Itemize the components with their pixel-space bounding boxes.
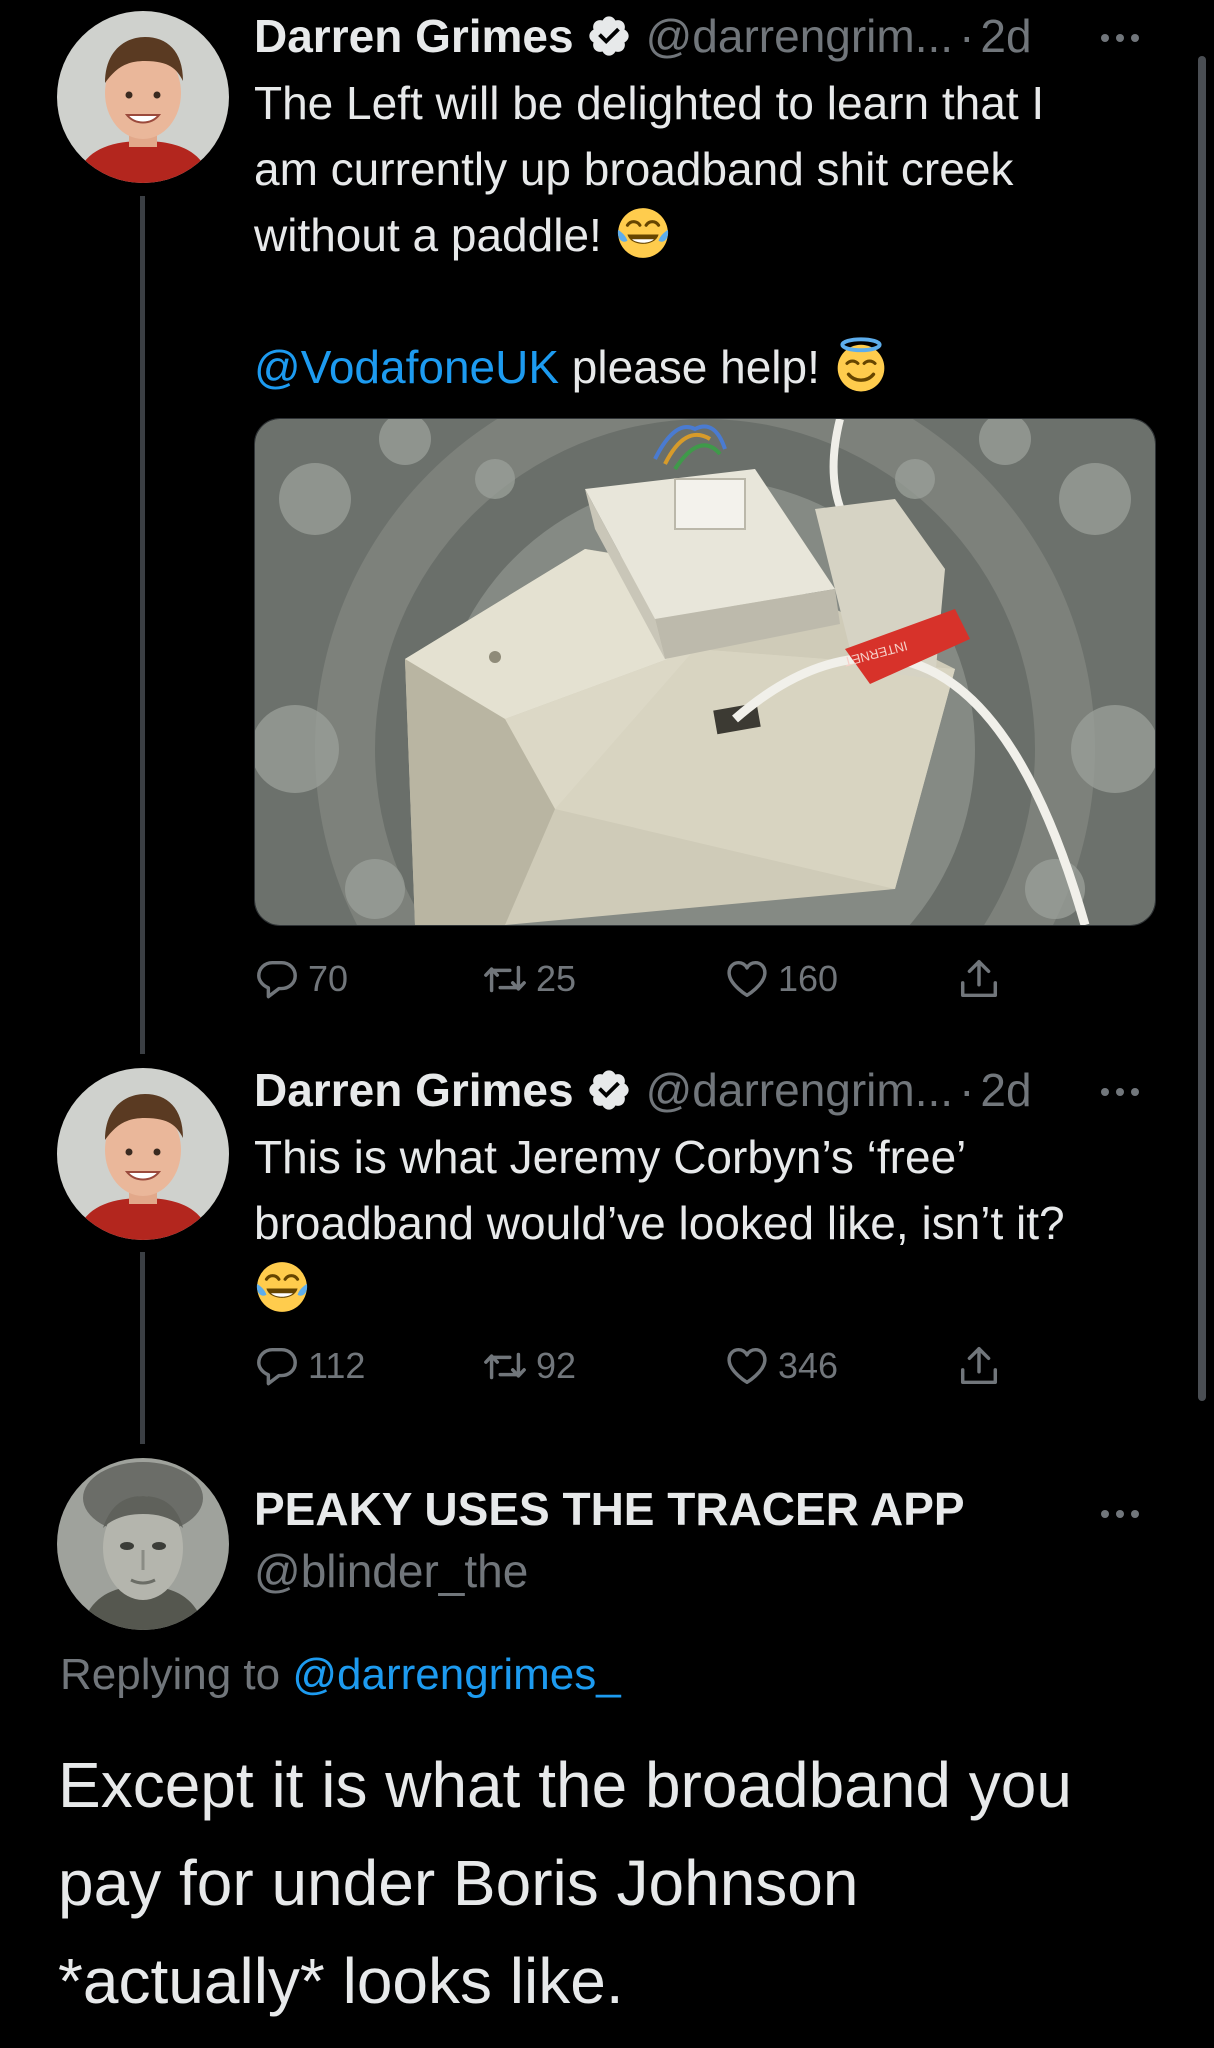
avatar[interactable] — [57, 1068, 229, 1240]
tweet-text-line: @VodafoneUK please help! — [254, 334, 1174, 400]
reply-text-line: pay for under Boris Johnson — [58, 1847, 859, 1919]
reply-icon — [254, 1343, 300, 1389]
reply-author-name[interactable]: PEAKY USES THE TRACER APP — [254, 1482, 965, 1536]
reply-text: Except it is what the broadband you pay … — [58, 1736, 1178, 2030]
reply-author-handle[interactable]: @blinder_the — [254, 1544, 528, 1598]
tweet-text-line: This is what Jeremy Corbyn’s ‘free’ — [254, 1131, 967, 1183]
reply-icon — [254, 956, 300, 1002]
reply-text-line: Except it is what the broadband you — [58, 1749, 1072, 1821]
tweet-text-line: am currently up broadband shit creek — [254, 143, 1014, 195]
retweet-count: 92 — [536, 1345, 577, 1386]
retweet-button[interactable]: 25 — [482, 951, 576, 1007]
avatar[interactable] — [57, 11, 229, 183]
smiling-face-with-halo-emoji — [833, 337, 889, 393]
tweet-text-line: without a paddle! — [254, 202, 1174, 268]
separator: · — [959, 10, 975, 62]
timestamp[interactable]: 2d — [980, 1063, 1031, 1117]
avatar[interactable] — [57, 1458, 229, 1630]
tweet-text: This is what Jeremy Corbyn’s ‘free’ broa… — [254, 1124, 1174, 1322]
replying-to-label: Replying to — [60, 1650, 293, 1699]
share-button[interactable] — [956, 951, 1002, 1007]
thread-line — [140, 1252, 145, 1444]
reply-count: 70 — [308, 958, 349, 999]
heart-icon — [724, 1343, 770, 1389]
more-icon[interactable] — [1090, 1082, 1150, 1102]
tweet-text: The Left will be delighted to learn that… — [254, 70, 1174, 400]
like-button[interactable]: 160 — [724, 951, 838, 1007]
tweet-text-segment: please help! — [559, 341, 820, 393]
tweet-image[interactable]: INTERNET — [254, 418, 1156, 926]
replying-to: Replying to @darrengrimes_ — [60, 1650, 621, 1700]
separator: · — [959, 1064, 975, 1116]
share-icon — [956, 1343, 1002, 1389]
tweet-text-line: The Left will be delighted to learn that… — [254, 77, 1045, 129]
replying-to-handle[interactable]: @darrengrimes_ — [292, 1650, 620, 1699]
more-icon[interactable] — [1090, 1504, 1150, 1524]
scrollbar[interactable] — [1198, 56, 1206, 1401]
mention-link[interactable]: @VodafoneUK — [254, 341, 559, 393]
retweet-count: 25 — [536, 958, 577, 999]
author-handle[interactable]: @darrengrim... — [646, 1063, 953, 1117]
verified-badge-icon — [586, 1067, 632, 1113]
reply-button[interactable]: 70 — [254, 951, 348, 1007]
tweet-text-line: broadband would’ve looked like, isn’t it… — [254, 1197, 1065, 1249]
reply-count: 112 — [308, 1345, 366, 1386]
retweet-icon — [482, 956, 528, 1002]
like-button[interactable]: 346 — [724, 1338, 838, 1394]
thread-line — [140, 196, 145, 1054]
author-name[interactable]: Darren Grimes — [254, 1063, 574, 1117]
share-icon — [956, 956, 1002, 1002]
more-icon[interactable] — [1090, 28, 1150, 48]
face-with-tears-of-joy-emoji — [254, 1259, 310, 1315]
verified-badge-icon — [586, 13, 632, 59]
tweet-header: Darren Grimes @darrengrim... · 2d — [254, 1060, 1032, 1120]
tweet-actions: 112 92 346 — [254, 1338, 1014, 1394]
tweet-text-line — [254, 1256, 1174, 1322]
tweet-header: Darren Grimes @darrengrim... · 2d — [254, 6, 1032, 66]
timestamp[interactable]: 2d — [980, 9, 1031, 63]
author-handle[interactable]: @darrengrim... — [646, 9, 953, 63]
face-with-tears-of-joy-emoji — [615, 205, 671, 261]
like-count: 160 — [778, 958, 839, 999]
share-button[interactable] — [956, 1338, 1002, 1394]
tweet-actions: 70 25 160 — [254, 951, 1014, 1007]
reply-text-line: *actually* looks like. — [58, 1945, 624, 2017]
heart-icon — [724, 956, 770, 1002]
retweet-button[interactable]: 92 — [482, 1338, 576, 1394]
tweet-text-segment: without a paddle! — [254, 209, 602, 261]
reply-button[interactable]: 112 — [254, 1338, 365, 1394]
retweet-icon — [482, 1343, 528, 1389]
like-count: 346 — [778, 1345, 839, 1386]
author-name[interactable]: Darren Grimes — [254, 9, 574, 63]
